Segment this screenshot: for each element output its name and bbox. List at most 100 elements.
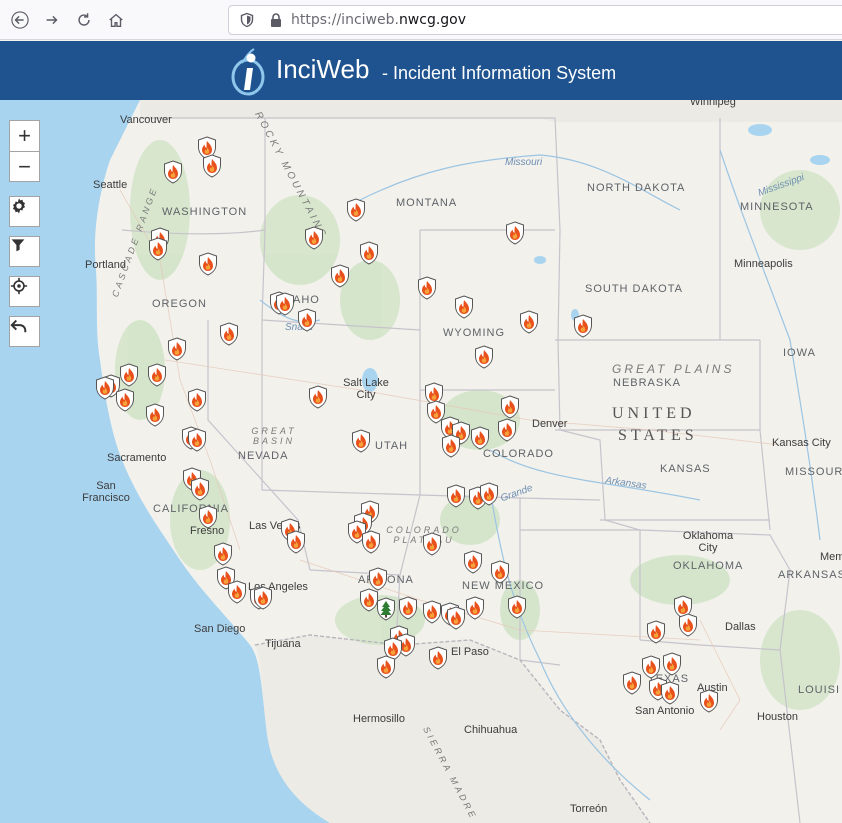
fire-shield-icon[interactable] [376, 655, 396, 679]
back-icon[interactable] [6, 6, 34, 34]
fire-shield-icon[interactable] [147, 363, 167, 387]
fire-shield-icon[interactable] [213, 542, 233, 566]
fire-shield-icon[interactable] [660, 681, 680, 705]
url-text: https://inciweb.nwcg.gov [291, 12, 466, 28]
fire-shield-icon[interactable] [145, 403, 165, 427]
settings-button[interactable] [9, 196, 40, 227]
fire-shield-icon[interactable] [346, 198, 366, 222]
forward-arrow-icon [46, 15, 58, 25]
fire-shield-icon[interactable] [573, 314, 593, 338]
site-header: InciWeb - Incident Information System [0, 41, 842, 100]
fire-shield-icon[interactable] [428, 646, 448, 670]
zoom-in-button[interactable]: + [10, 121, 39, 151]
state-label-louisiana: LOUISI [798, 684, 841, 696]
fire-shield-icon[interactable] [479, 482, 499, 506]
fire-shield-icon[interactable] [359, 241, 379, 265]
fire-shield-icon[interactable] [275, 292, 295, 316]
city-label-kansas-city: Kansas City [772, 437, 831, 449]
undo-arrow-icon [10, 319, 27, 333]
fire-shield-icon[interactable] [163, 160, 183, 184]
fire-shield-icon[interactable] [202, 154, 222, 178]
tracking-shield-icon[interactable] [239, 12, 255, 28]
fire-shield-icon[interactable] [398, 596, 418, 620]
fire-shield-icon[interactable] [490, 560, 510, 584]
state-label-missouri: MISSOURI [785, 466, 842, 478]
fire-shield-icon[interactable] [253, 586, 273, 610]
city-label-el-paso: El Paso [451, 646, 489, 658]
state-label-oklahoma: OKLAHOMA [673, 560, 744, 572]
fire-shield-icon[interactable] [422, 600, 442, 624]
fire-shield-icon[interactable] [286, 530, 306, 554]
tree-shield-icon[interactable] [376, 597, 396, 621]
fire-shield-icon[interactable] [465, 596, 485, 620]
fire-shield-icon[interactable] [646, 620, 666, 644]
fire-shield-icon[interactable] [187, 388, 207, 412]
state-label-montana: MONTANA [396, 197, 458, 209]
country-label-united: UNITED [612, 405, 696, 422]
fire-shield-icon[interactable] [446, 484, 466, 508]
city-label-oklahoma-city: Oklahoma City [682, 530, 734, 554]
fire-shield-icon[interactable] [507, 595, 527, 619]
fire-shield-icon[interactable] [519, 310, 539, 334]
fire-shield-icon[interactable] [678, 613, 698, 637]
fire-shield-icon[interactable] [308, 385, 328, 409]
address-bar[interactable]: https://inciweb.nwcg.gov [228, 5, 842, 35]
reload-arrow-icon [78, 13, 90, 26]
inciweb-logo-icon[interactable] [228, 46, 268, 96]
home-icon[interactable] [102, 6, 130, 34]
locate-button[interactable] [9, 276, 40, 307]
back-extent-button[interactable] [9, 316, 40, 347]
state-label-washington: WASHINGTON [162, 206, 248, 218]
fire-shield-icon[interactable] [187, 428, 207, 452]
fire-shield-icon[interactable] [297, 308, 317, 332]
fire-shield-icon[interactable] [417, 276, 437, 300]
filter-funnel-icon [11, 239, 25, 252]
fire-shield-icon[interactable] [95, 376, 115, 400]
fire-shield-icon[interactable] [641, 655, 661, 679]
fire-shield-icon[interactable] [304, 226, 324, 250]
fire-shield-icon[interactable] [227, 580, 247, 604]
zoom-out-button[interactable]: − [10, 151, 39, 182]
fire-shield-icon[interactable] [474, 345, 494, 369]
fire-shield-icon[interactable] [441, 434, 461, 458]
fire-shield-icon[interactable] [500, 395, 520, 419]
city-label-denver: Denver [532, 418, 568, 430]
fire-shield-icon[interactable] [622, 671, 642, 695]
fire-shield-icon[interactable] [699, 689, 719, 713]
city-label-vancouver: Vancouver [120, 114, 172, 126]
fire-shield-icon[interactable] [219, 322, 239, 346]
fire-shield-icon[interactable] [505, 221, 525, 245]
state-label-kansas: KANSAS [660, 463, 711, 475]
fire-shield-icon[interactable] [198, 505, 218, 529]
state-label-arkansas: ARKANSAS [778, 569, 842, 581]
state-label-nebraska: NEBRASKA [613, 377, 681, 389]
fire-shield-icon[interactable] [351, 429, 371, 453]
fire-shield-icon[interactable] [119, 363, 139, 387]
back-arrow-icon [11, 11, 29, 29]
fire-shield-icon[interactable] [115, 388, 135, 412]
reload-icon[interactable] [70, 6, 98, 34]
fire-shield-icon[interactable] [148, 237, 168, 261]
fire-shield-icon[interactable] [470, 426, 490, 450]
fire-shield-icon[interactable] [463, 550, 483, 574]
fire-shield-icon[interactable] [662, 652, 682, 676]
brand-title[interactable]: InciWeb [276, 54, 369, 85]
lock-icon[interactable] [269, 12, 283, 28]
fire-shield-icon[interactable] [330, 264, 350, 288]
region-label-great-basin: GREAT BASIN [251, 426, 297, 446]
filter-button[interactable] [9, 236, 40, 267]
fire-shield-icon[interactable] [446, 606, 466, 630]
fire-shield-icon[interactable] [497, 418, 517, 442]
fire-shield-icon[interactable] [190, 477, 210, 501]
fire-shield-icon[interactable] [361, 530, 381, 554]
brand-subtitle: - Incident Information System [382, 63, 617, 83]
fire-shield-icon[interactable] [167, 337, 187, 361]
forward-icon[interactable] [38, 6, 66, 34]
fire-shield-icon[interactable] [422, 532, 442, 556]
fire-shield-icon[interactable] [198, 252, 218, 276]
incident-map[interactable]: WASHINGTON OREGON IDAHO MONTANA WYOMING … [0, 100, 842, 823]
fire-shield-icon[interactable] [454, 295, 474, 319]
zoom-control: + − [9, 120, 40, 182]
city-label-torreon: Torreón [570, 803, 608, 815]
house-icon [109, 13, 123, 27]
